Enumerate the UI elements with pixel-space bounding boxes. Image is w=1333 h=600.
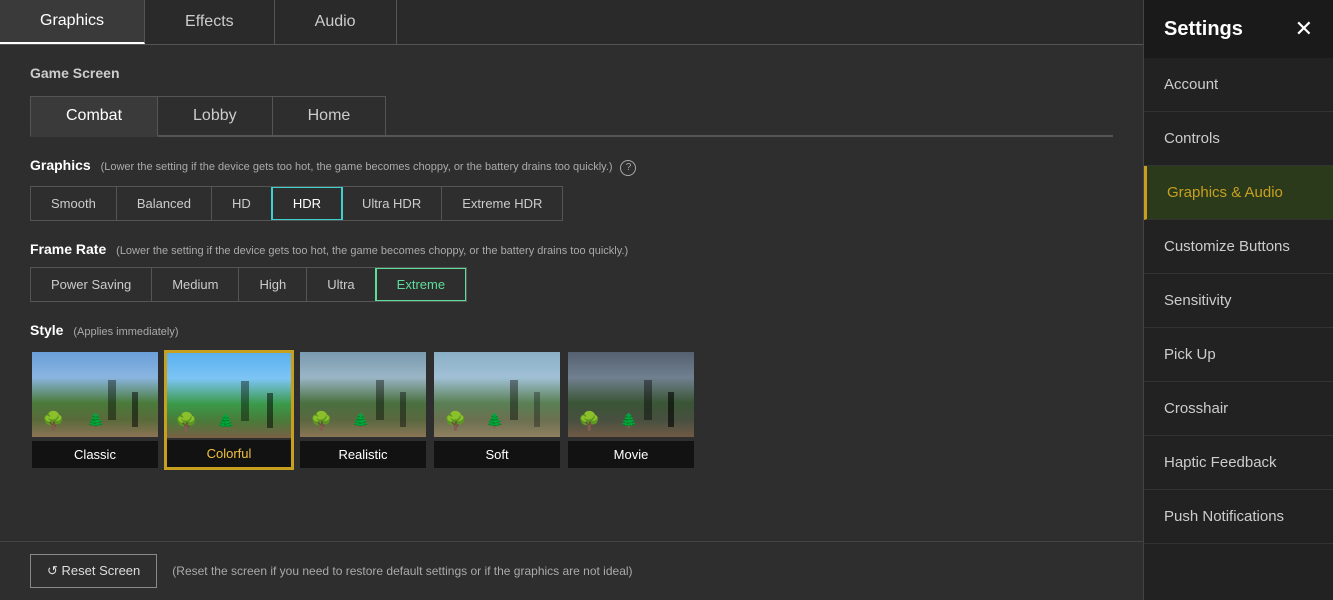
frame-rate-label-sub: (Lower the setting if the device gets to…	[116, 245, 628, 257]
bottom-bar: ↺ Reset Screen (Reset the screen if you …	[0, 541, 1143, 600]
fps-ultra[interactable]: Ultra	[307, 268, 375, 301]
style-label-sub: (Applies immediately)	[73, 326, 178, 338]
style-movie-label: Movie	[568, 441, 694, 468]
graphics-section: Graphics (Lower the setting if the devic…	[30, 157, 1113, 221]
sidebar-item-crosshair[interactable]: Crosshair	[1144, 382, 1333, 436]
reset-screen-button[interactable]: ↺ Reset Screen	[30, 554, 157, 588]
graphics-hdr[interactable]: HDR	[271, 186, 343, 221]
reset-note: (Reset the screen if you need to restore…	[172, 564, 632, 578]
fps-high[interactable]: High	[239, 268, 307, 301]
graphics-smooth[interactable]: Smooth	[31, 187, 117, 220]
style-colorful-label: Colorful	[167, 440, 291, 467]
style-soft-label: Soft	[434, 441, 560, 468]
sidebar-title: Settings	[1164, 18, 1243, 41]
graphics-balanced[interactable]: Balanced	[117, 187, 212, 220]
style-colorful-preview: 🌳 🌲	[167, 353, 291, 438]
graphics-options: Smooth Balanced HD HDR Ultra HDR Extreme…	[30, 186, 563, 221]
content-area: Game Screen Combat Lobby Home Graphics (…	[0, 45, 1143, 541]
main-content: Graphics Effects Audio Game Screen Comba…	[0, 0, 1143, 600]
style-classic[interactable]: 🌳 🌲 Classic	[30, 350, 160, 470]
sidebar-item-account[interactable]: Account	[1144, 58, 1333, 112]
style-realistic-label: Realistic	[300, 441, 426, 468]
style-colorful[interactable]: 🌳 🌲 Colorful	[164, 350, 294, 470]
sidebar-header: Settings ✕	[1144, 0, 1333, 58]
sidebar-item-sensitivity[interactable]: Sensitivity	[1144, 274, 1333, 328]
tab-effects[interactable]: Effects	[145, 0, 275, 44]
style-realistic[interactable]: 🌳 🌲 Realistic	[298, 350, 428, 470]
graphics-help-icon[interactable]: ?	[620, 160, 636, 176]
graphics-label: Graphics (Lower the setting if the devic…	[30, 157, 1113, 176]
game-screen-label: Game Screen	[30, 65, 1113, 81]
style-movie[interactable]: 🌳 🌲 Movie	[566, 350, 696, 470]
style-cards: 🌳 🌲 Classic 🌳 🌲 Colorful	[30, 350, 1113, 470]
tab-home[interactable]: Home	[272, 96, 387, 135]
style-label: Style (Applies immediately)	[30, 322, 1113, 338]
fps-extreme[interactable]: Extreme	[375, 267, 467, 302]
graphics-ultra-hdr[interactable]: Ultra HDR	[342, 187, 442, 220]
style-classic-label: Classic	[32, 441, 158, 468]
frame-rate-label: Frame Rate (Lower the setting if the dev…	[30, 241, 1113, 257]
sidebar: Settings ✕ Account Controls Graphics & A…	[1143, 0, 1333, 600]
sidebar-item-customize-buttons[interactable]: Customize Buttons	[1144, 220, 1333, 274]
style-soft[interactable]: 🌳 🌲 Soft	[432, 350, 562, 470]
style-realistic-preview: 🌳 🌲	[300, 352, 426, 437]
close-button[interactable]: ✕	[1295, 16, 1313, 42]
sidebar-item-pick-up[interactable]: Pick Up	[1144, 328, 1333, 382]
graphics-label-sub: (Lower the setting if the device gets to…	[101, 161, 613, 173]
style-movie-preview: 🌳 🌲	[568, 352, 694, 437]
style-soft-preview: 🌳 🌲	[434, 352, 560, 437]
style-classic-preview: 🌳 🌲	[32, 352, 158, 437]
style-label-main: Style	[30, 322, 63, 338]
tab-graphics[interactable]: Graphics	[0, 0, 145, 44]
graphics-label-main: Graphics	[30, 157, 91, 173]
style-section: Style (Applies immediately) 🌳 🌲 Classic	[30, 322, 1113, 470]
screen-tab-bar: Combat Lobby Home	[30, 96, 1113, 137]
tab-combat[interactable]: Combat	[30, 96, 158, 137]
fps-power-saving[interactable]: Power Saving	[31, 268, 152, 301]
tab-lobby[interactable]: Lobby	[157, 96, 273, 135]
sidebar-item-controls[interactable]: Controls	[1144, 112, 1333, 166]
sidebar-item-push-notifications[interactable]: Push Notifications	[1144, 490, 1333, 544]
fps-medium[interactable]: Medium	[152, 268, 239, 301]
tab-audio[interactable]: Audio	[275, 0, 397, 44]
sidebar-item-graphics-audio[interactable]: Graphics & Audio	[1144, 166, 1333, 220]
frame-rate-label-main: Frame Rate	[30, 241, 106, 257]
graphics-extreme-hdr[interactable]: Extreme HDR	[442, 187, 562, 220]
sidebar-item-haptic-feedback[interactable]: Haptic Feedback	[1144, 436, 1333, 490]
frame-rate-options: Power Saving Medium High Ultra Extreme	[30, 267, 467, 302]
frame-rate-section: Frame Rate (Lower the setting if the dev…	[30, 241, 1113, 302]
graphics-hd[interactable]: HD	[212, 187, 272, 220]
top-tab-bar: Graphics Effects Audio	[0, 0, 1143, 45]
